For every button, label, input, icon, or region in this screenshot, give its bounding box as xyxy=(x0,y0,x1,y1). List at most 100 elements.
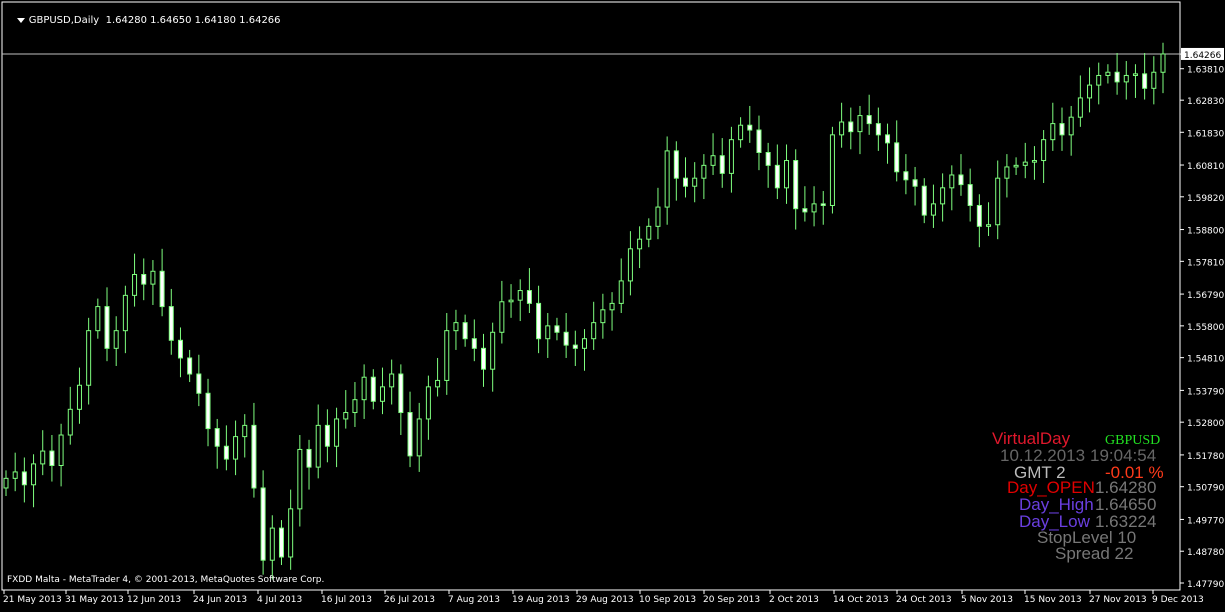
dropdown-triangle-icon[interactable] xyxy=(16,17,25,23)
candle-body-bull xyxy=(839,121,845,136)
y-tick-label: 1.49770 xyxy=(1187,516,1224,526)
x-tick-label: 2 Oct 2013 xyxy=(769,595,819,605)
candle-body-bull xyxy=(1123,74,1129,83)
candle-body-bear xyxy=(168,306,174,341)
y-tick-label: 1.53790 xyxy=(1187,387,1224,397)
candle-body-bull xyxy=(389,373,395,388)
candle-body-bear xyxy=(462,322,468,340)
candle-body-bull xyxy=(297,448,303,510)
copyright-text: FXDD Malta - MetaTrader 4, © 2001-2013, … xyxy=(7,575,325,585)
candle-body-bear xyxy=(471,338,477,349)
candle-body-bull xyxy=(600,309,606,324)
candle-body-bull xyxy=(811,203,817,213)
candle-body-bear xyxy=(719,155,725,174)
candle-body-bull xyxy=(637,238,643,250)
y-tick-label: 1.60810 xyxy=(1187,162,1224,172)
candle-body-bear xyxy=(747,124,753,131)
candle-body-bull xyxy=(1068,116,1074,136)
y-tick-label: 1.62830 xyxy=(1187,97,1224,107)
candle-body-bear xyxy=(49,450,55,467)
candle-body-bull xyxy=(343,412,349,420)
x-tick-label: 14 Oct 2013 xyxy=(833,595,889,605)
candle-body-bull xyxy=(1077,97,1083,118)
candle-body-bull xyxy=(591,322,597,340)
candle-body-bear xyxy=(793,160,799,210)
candle-body-bear xyxy=(21,471,27,486)
candle-body-bull xyxy=(646,225,652,240)
candle-body-bull xyxy=(784,160,790,189)
candle-body-bear xyxy=(572,344,578,349)
candle-body-bear xyxy=(554,325,560,333)
candle-body-bull xyxy=(692,177,698,187)
candle-body-bull xyxy=(609,302,615,311)
candle-body-bear xyxy=(958,174,964,186)
candle-body-bull xyxy=(12,471,18,479)
candle-body-bull xyxy=(499,301,505,333)
x-tick-label: 21 May 2013 xyxy=(3,595,62,605)
x-tick-label: 16 Jul 2013 xyxy=(321,595,372,605)
candle-body-bull xyxy=(490,331,496,370)
candle-body-bull xyxy=(334,418,340,447)
candle-body-bull xyxy=(58,434,64,467)
candle-body-bull xyxy=(40,450,46,465)
candle-body-bear xyxy=(251,424,257,489)
candle-body-bear xyxy=(976,204,982,227)
y-tick-label: 1.47790 xyxy=(1187,580,1224,590)
candle-body-bull xyxy=(3,477,9,489)
candle-body-bull xyxy=(1160,53,1166,73)
candle-body-bear xyxy=(187,357,193,375)
x-tick-label: 5 Nov 2013 xyxy=(961,595,1013,605)
candle-body-bear xyxy=(683,177,689,187)
y-tick-label: 1.56790 xyxy=(1187,291,1224,301)
candle-body-bear xyxy=(848,121,854,133)
candle-body-bear xyxy=(1142,73,1148,89)
candle-body-bull xyxy=(986,224,992,227)
x-tick-label: 4 Jul 2013 xyxy=(257,595,302,605)
candle-body-bull xyxy=(738,124,744,141)
candle-body-bear xyxy=(306,448,312,468)
candle-body-bear xyxy=(756,129,762,154)
candle-body-bull xyxy=(1050,123,1056,141)
candle-body-bear xyxy=(1059,123,1065,136)
candle-body-bull xyxy=(1041,139,1047,162)
candle-body-bear xyxy=(205,392,211,430)
y-tick-label: 1.58800 xyxy=(1187,227,1224,237)
x-tick-label: 19 Aug 2013 xyxy=(512,595,570,605)
candle-body-bull xyxy=(655,206,661,227)
candle-body-bear xyxy=(903,171,909,181)
x-tick-label: 26 Jul 2013 xyxy=(384,595,435,605)
candle-body-bear xyxy=(820,203,826,206)
candle-body-bear xyxy=(765,152,771,166)
y-tick-label: 1.54810 xyxy=(1187,355,1224,365)
candle-body-bear xyxy=(177,339,183,359)
candle-body-bull xyxy=(1013,164,1019,168)
x-tick-label: 27 Nov 2013 xyxy=(1089,595,1147,605)
candle-body-bull xyxy=(416,418,422,457)
y-tick-label: 1.50790 xyxy=(1187,484,1224,494)
candle-body-bull xyxy=(1096,74,1102,86)
candle-body-bull xyxy=(86,330,92,386)
candle-body-bull xyxy=(664,150,670,208)
candle-body-bull xyxy=(444,330,450,381)
candle-body-bear xyxy=(214,428,220,447)
candle-body-bull xyxy=(435,379,441,388)
candle-body-bull xyxy=(1087,84,1093,99)
candle-body-bull xyxy=(315,424,321,468)
ohlc-values: 1.64280 1.64650 1.64180 1.64266 xyxy=(105,15,281,26)
chart-header: GBPUSD,Daily 1.64280 1.64650 1.64180 1.6… xyxy=(4,4,281,37)
candle-body-bull xyxy=(242,424,248,438)
candle-body-bear xyxy=(866,115,872,125)
candle-body-bull xyxy=(710,155,716,166)
candle-body-bull xyxy=(288,508,294,558)
candle-body-bear xyxy=(673,150,679,179)
x-tick-label: 7 Aug 2013 xyxy=(448,595,500,605)
y-tick-label: 1.51780 xyxy=(1187,452,1224,462)
candle-body-bear xyxy=(159,270,165,308)
candle-body-bull xyxy=(1022,161,1028,166)
candle-body-bear xyxy=(196,373,202,394)
candle-body-bull xyxy=(379,386,385,402)
candle-body-bull xyxy=(508,299,514,303)
y-tick-label: 1.63810 xyxy=(1187,66,1224,76)
price-tag-label: 1.64266 xyxy=(1184,51,1221,61)
candle-body-bull xyxy=(76,384,82,410)
